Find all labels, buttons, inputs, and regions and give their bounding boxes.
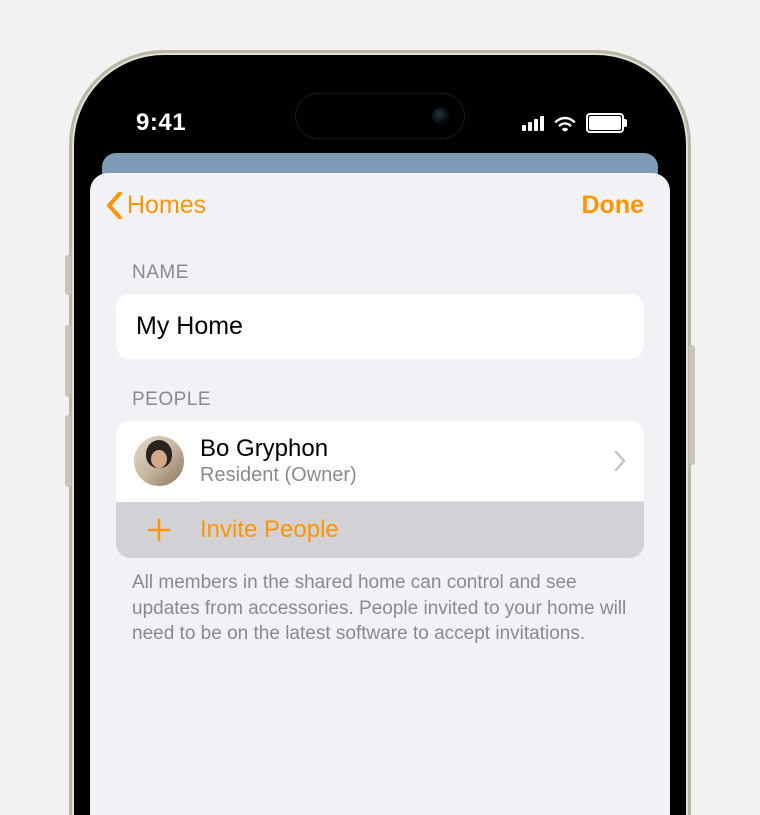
person-row[interactable]: Bo Gryphon Resident (Owner) — [116, 421, 644, 501]
avatar — [134, 436, 184, 486]
side-button — [65, 325, 71, 397]
phone-frame: 9:41 Homes Done — [74, 55, 686, 815]
back-label: Homes — [127, 191, 206, 220]
side-button — [65, 415, 71, 487]
chevron-right-icon — [614, 451, 626, 471]
side-button — [689, 345, 695, 465]
person-info: Bo Gryphon Resident (Owner) — [200, 435, 598, 487]
back-button[interactable]: Homes — [106, 191, 206, 220]
invite-label: Invite People — [200, 516, 339, 544]
people-footer-text: All members in the shared home can contr… — [90, 558, 670, 647]
person-name: Bo Gryphon — [200, 435, 598, 463]
status-indicators — [522, 113, 624, 133]
wifi-icon — [553, 114, 577, 132]
nav-bar: Homes Done — [90, 173, 670, 232]
dynamic-island — [295, 93, 465, 139]
done-button[interactable]: Done — [582, 191, 645, 220]
plus-icon — [134, 516, 184, 544]
settings-sheet: Homes Done NAME My Home PEOPLE Bo Grypho… — [90, 173, 670, 815]
home-name-field[interactable]: My Home — [116, 294, 644, 359]
chevron-left-icon — [106, 192, 123, 219]
screen: 9:41 Homes Done — [90, 71, 670, 815]
invite-people-button[interactable]: Invite People — [116, 502, 644, 558]
people-section-header: PEOPLE — [90, 359, 670, 421]
people-card: Bo Gryphon Resident (Owner) Invite Peopl… — [116, 421, 644, 558]
person-role: Resident (Owner) — [200, 464, 598, 487]
name-section-header: NAME — [90, 232, 670, 294]
battery-icon — [586, 113, 624, 133]
side-button — [65, 255, 71, 295]
name-card: My Home — [116, 294, 644, 359]
cellular-icon — [522, 115, 544, 131]
status-time: 9:41 — [136, 109, 186, 137]
